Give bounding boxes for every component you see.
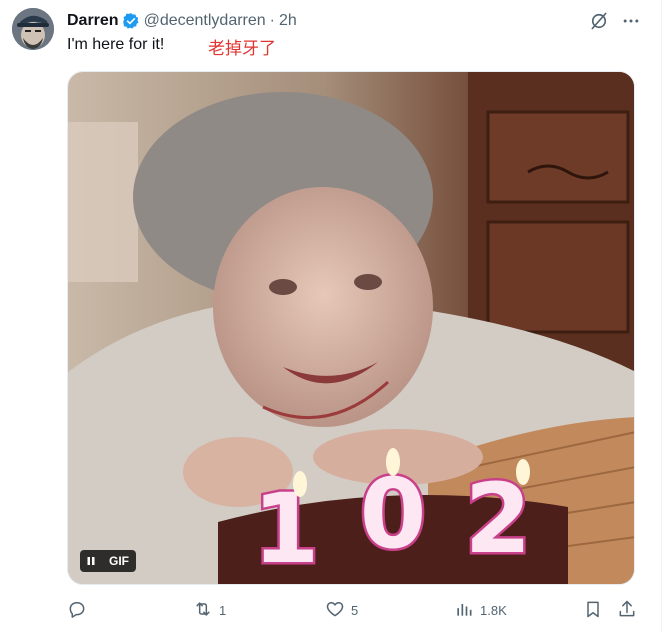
more-icon[interactable]: [620, 10, 642, 32]
author-name[interactable]: Darren: [67, 12, 119, 30]
retweet-icon: [193, 599, 213, 622]
like-count: 5: [351, 602, 359, 618]
like-button[interactable]: 5: [325, 598, 358, 622]
avatar-image: [12, 8, 54, 50]
views-button[interactable]: 1.8K: [454, 598, 507, 622]
views-icon: [454, 599, 474, 622]
retweet-button[interactable]: 1: [193, 598, 226, 622]
timestamp[interactable]: 2h: [279, 12, 297, 30]
reply-icon: [67, 599, 87, 622]
gif-badge[interactable]: GIF: [80, 550, 136, 572]
candle-digit-1: 1: [253, 473, 320, 585]
grok-icon[interactable]: [588, 10, 610, 32]
bookmark-icon: [583, 599, 603, 622]
retweet-count: 1: [219, 602, 227, 618]
gif-frame: 1 0 2: [68, 72, 634, 585]
share-icon: [617, 599, 637, 622]
overlay-annotation: 老掉牙了: [208, 39, 276, 58]
verified-badge-icon: [122, 12, 140, 30]
tweet-top-actions: [588, 10, 642, 32]
pause-icon[interactable]: [80, 550, 102, 572]
bookmark-button[interactable]: [583, 598, 603, 622]
reply-button[interactable]: [67, 598, 93, 622]
share-button[interactable]: [617, 598, 637, 622]
author-handle[interactable]: @decentlydarren: [144, 12, 266, 30]
tweet-media[interactable]: 1 0 2: [67, 71, 635, 585]
tweet-actions: 1 5 1.8K: [67, 598, 647, 622]
gif-label: GIF: [102, 550, 136, 572]
avatar[interactable]: [12, 8, 54, 50]
tweet-text: I'm here for it!: [67, 36, 165, 53]
column-border: [661, 0, 662, 632]
separator-dot: ·: [269, 12, 275, 29]
like-icon: [325, 599, 345, 622]
views-count: 1.8K: [480, 602, 507, 618]
tweet-header: Darren @decentlydarren · 2h: [67, 10, 297, 32]
